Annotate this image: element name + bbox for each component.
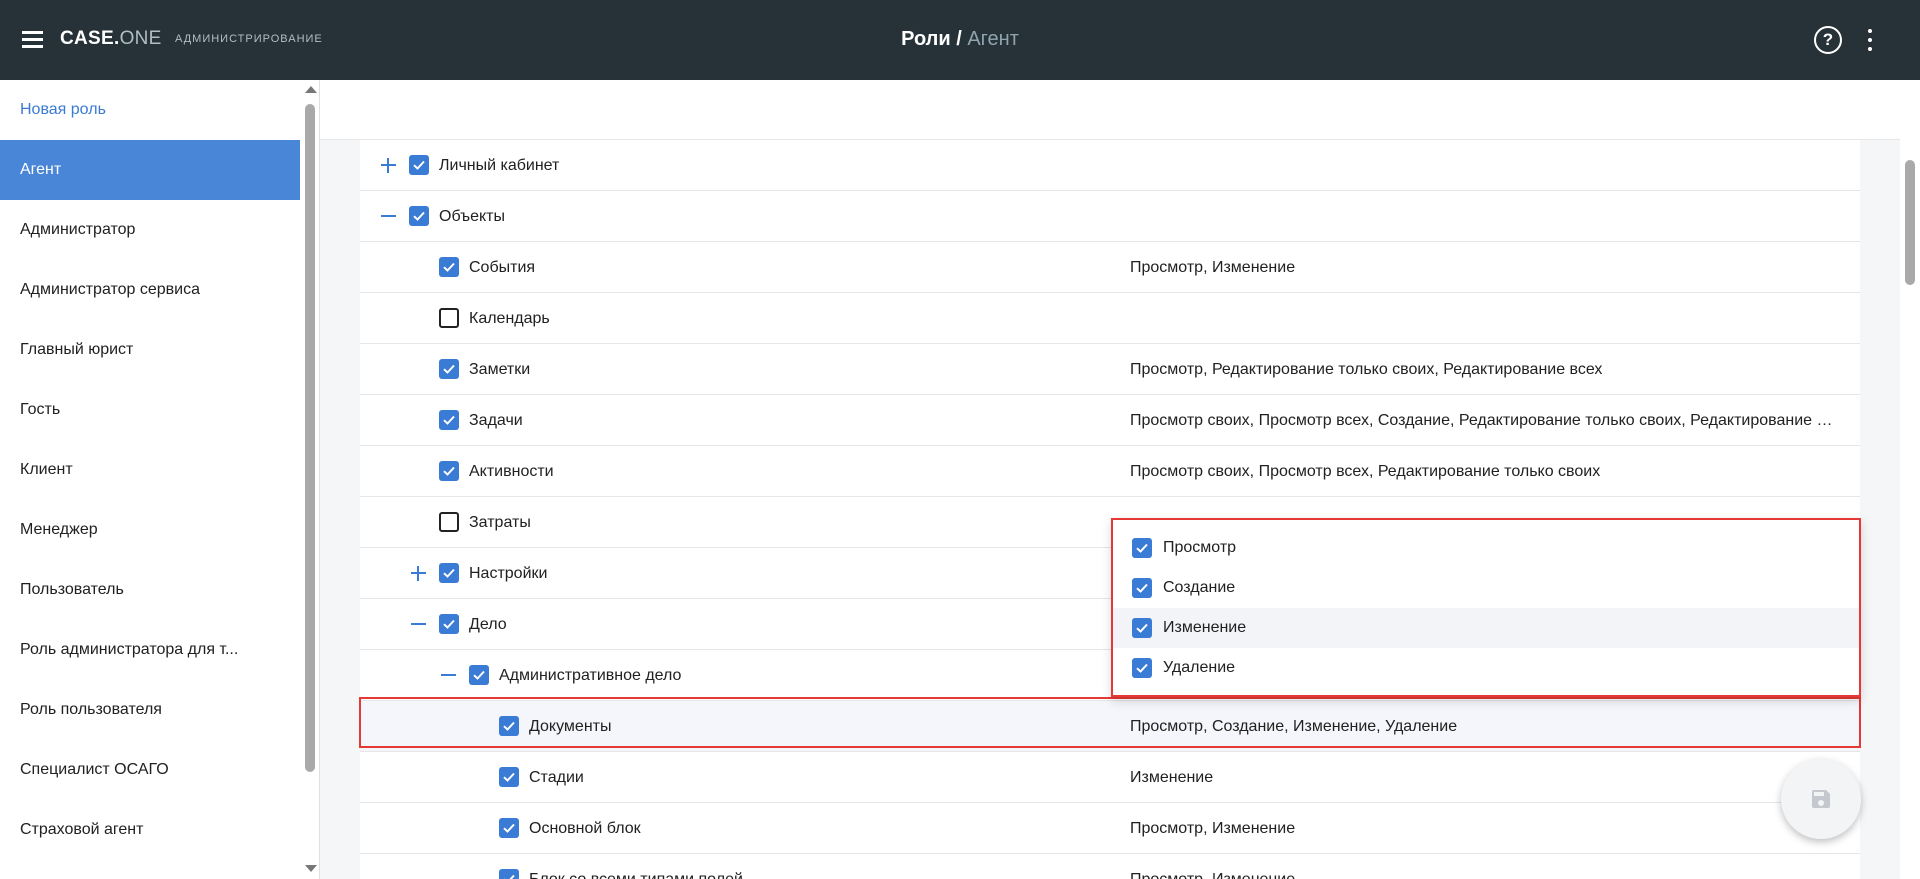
tree-row-label: Заметки bbox=[469, 361, 531, 378]
page-scroll-thumb[interactable] bbox=[1905, 160, 1915, 285]
sidebar-item-user-role[interactable]: Роль пользователя bbox=[0, 680, 300, 740]
sidebar-item-service-administrator[interactable]: Администратор сервиса bbox=[0, 260, 300, 320]
tree-row-permissions[interactable]: Просмотр, Изменение bbox=[1130, 803, 1840, 854]
tree-row-label: Активности bbox=[469, 463, 554, 480]
tree-row[interactable]: Заметки Просмотр, Редактирование только с… bbox=[360, 344, 1860, 395]
tree-row-label: События bbox=[469, 259, 536, 276]
sidebar-item-manager[interactable]: Менеджер bbox=[0, 500, 300, 560]
tree-row-label: Основной блок bbox=[529, 820, 641, 837]
tree-row-permissions[interactable]: Просмотр, Редактирование только своих, Р… bbox=[1130, 344, 1840, 395]
sidebar-item-guest[interactable]: Гость bbox=[0, 380, 300, 440]
checkbox-checked[interactable] bbox=[439, 614, 459, 634]
collapse-minus-icon[interactable] bbox=[438, 665, 458, 685]
breadcrumb-roles[interactable]: Роли bbox=[901, 28, 951, 50]
permission-option-label: Удаление bbox=[1163, 659, 1236, 676]
tree-row-label: Личный кабинет bbox=[439, 157, 560, 174]
tree-row[interactable]: Задачи Просмотр своих, Просмотр всех, Соз… bbox=[360, 395, 1860, 446]
tree-row[interactable]: Блок со всеми типами полей Просмотр, Изме… bbox=[360, 854, 1860, 879]
tree-row-permissions[interactable]: Просмотр, Создание, Изменение, Удаление bbox=[1130, 701, 1840, 752]
tree-row-label: Документы bbox=[529, 718, 612, 735]
tree-row[interactable]: Документы Просмотр, Создание, Изменение, … bbox=[360, 701, 1860, 752]
sidebar-item-agent[interactable]: Агент bbox=[0, 140, 300, 200]
sidebar-scroll-thumb[interactable] bbox=[305, 104, 315, 772]
sidebar-scrollbar[interactable] bbox=[303, 80, 317, 879]
tree-row-label: Объекты bbox=[439, 208, 505, 225]
sidebar-item-user[interactable]: Пользователь bbox=[0, 560, 300, 620]
sidebar-item-osago-specialist[interactable]: Специалист ОСАГО bbox=[0, 740, 300, 800]
checkbox-checked[interactable] bbox=[439, 410, 459, 430]
tree-row-label: Дело bbox=[469, 616, 507, 633]
sidebar-item-admin-role-for[interactable]: Роль администратора для т... bbox=[0, 620, 300, 680]
collapse-minus-icon[interactable] bbox=[408, 614, 428, 634]
tree-row[interactable]: События Просмотр, Изменение bbox=[360, 242, 1860, 293]
tree-row[interactable]: Активности Просмотр своих, Просмотр всех,… bbox=[360, 446, 1860, 497]
tree-row-permissions[interactable]: Изменение bbox=[1130, 752, 1840, 803]
tree-row[interactable]: Календарь bbox=[360, 293, 1860, 344]
scroll-down-icon[interactable] bbox=[305, 865, 317, 872]
sidebar-item-chief-lawyer[interactable]: Главный юрист bbox=[0, 320, 300, 380]
tree-row-permissions[interactable]: Просмотр своих, Просмотр всех, Редактиро… bbox=[1130, 446, 1840, 497]
checkbox-unchecked[interactable] bbox=[439, 512, 459, 532]
permission-option[interactable]: Изменение bbox=[1113, 608, 1859, 648]
checkbox-checked[interactable] bbox=[499, 767, 519, 787]
tree-row-label: Задачи bbox=[469, 412, 523, 429]
permission-option-label: Просмотр bbox=[1163, 539, 1237, 556]
permission-option[interactable]: Создание bbox=[1113, 568, 1859, 608]
main-content: Личный кабинет Объекты События Просмотр, Из… bbox=[320, 80, 1900, 879]
permissions-tree: Личный кабинет Объекты События Просмотр, Из… bbox=[360, 140, 1860, 879]
checkbox-checked[interactable] bbox=[409, 206, 429, 226]
tree-row-permissions[interactable]: Просмотр, Изменение bbox=[1130, 242, 1840, 293]
top-app-bar: CASE.ONE АДМИНИСТРИРОВАНИЕ Роли / Агент … bbox=[0, 0, 1920, 80]
checkbox-checked[interactable] bbox=[499, 716, 519, 736]
checkbox-unchecked[interactable] bbox=[439, 308, 459, 328]
expand-plus-icon[interactable] bbox=[408, 563, 428, 583]
sidebar-item-client[interactable]: Клиент bbox=[0, 440, 300, 500]
checkbox-checked[interactable] bbox=[469, 665, 489, 685]
more-vert-icon[interactable] bbox=[1864, 28, 1876, 52]
checkbox-checked[interactable] bbox=[1132, 538, 1152, 558]
tree-row-label: Затраты bbox=[469, 514, 531, 531]
breadcrumb: Роли / Агент bbox=[0, 28, 1920, 51]
collapse-minus-icon[interactable] bbox=[378, 206, 398, 226]
sidebar-item-administrator[interactable]: Администратор bbox=[0, 200, 300, 260]
checkbox-checked[interactable] bbox=[1132, 618, 1152, 638]
tree-row-label: Административное дело bbox=[499, 667, 682, 684]
checkbox-checked[interactable] bbox=[1132, 658, 1152, 678]
page-scrollbar[interactable] bbox=[1900, 80, 1920, 879]
checkbox-checked[interactable] bbox=[1132, 578, 1152, 598]
tree-row-permissions[interactable]: Просмотр, Изменение bbox=[1130, 854, 1840, 879]
permission-option[interactable]: Удаление bbox=[1113, 648, 1859, 688]
tree-row[interactable]: Стадии Изменение bbox=[360, 752, 1860, 803]
checkbox-checked[interactable] bbox=[499, 869, 519, 879]
breadcrumb-separator: / bbox=[950, 28, 968, 50]
expand-plus-icon[interactable] bbox=[378, 155, 398, 175]
tree-row-label: Блок со всеми типами полей bbox=[529, 854, 743, 879]
tree-row-label: Календарь bbox=[469, 310, 550, 327]
permissions-dropdown: Просмотр Создание Изменение Удаление bbox=[1111, 518, 1861, 697]
breadcrumb-current-role: Агент bbox=[967, 28, 1019, 50]
checkbox-checked[interactable] bbox=[439, 563, 459, 583]
checkbox-checked[interactable] bbox=[499, 818, 519, 838]
tree-row-label: Стадии bbox=[529, 769, 584, 786]
tree-row[interactable]: Основной блок Просмотр, Изменение bbox=[360, 803, 1860, 854]
roles-sidebar: Новая роль Агент Администратор Администр… bbox=[0, 80, 320, 879]
tree-row[interactable]: Объекты bbox=[360, 191, 1860, 242]
checkbox-checked[interactable] bbox=[409, 155, 429, 175]
content-header bbox=[320, 80, 1900, 140]
checkbox-checked[interactable] bbox=[439, 461, 459, 481]
scroll-up-icon[interactable] bbox=[305, 86, 317, 93]
sidebar-item-new-role[interactable]: Новая роль bbox=[0, 80, 300, 140]
tree-row-permissions[interactable]: Просмотр своих, Просмотр всех, Создание,… bbox=[1130, 395, 1840, 446]
checkbox-checked[interactable] bbox=[439, 359, 459, 379]
permission-option-label: Изменение bbox=[1163, 619, 1247, 636]
help-icon[interactable]: ? bbox=[1814, 26, 1842, 54]
sidebar-item-insurance-agent[interactable]: Страховой агент bbox=[0, 800, 300, 860]
permission-option-label: Создание bbox=[1163, 579, 1236, 596]
tree-row[interactable]: Личный кабинет bbox=[360, 140, 1860, 191]
save-icon bbox=[1812, 790, 1830, 808]
permission-option[interactable]: Просмотр bbox=[1113, 528, 1859, 568]
checkbox-checked[interactable] bbox=[439, 257, 459, 277]
save-button[interactable] bbox=[1781, 759, 1861, 839]
tree-row-label: Настройки bbox=[469, 565, 548, 582]
